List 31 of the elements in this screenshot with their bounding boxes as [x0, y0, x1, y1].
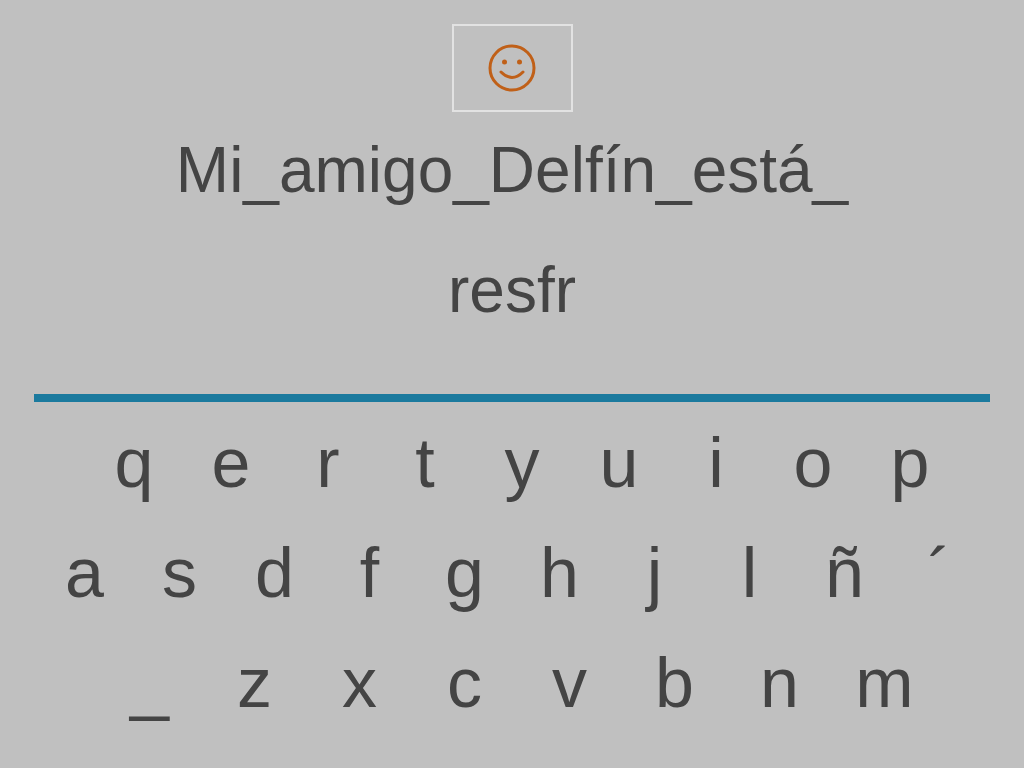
- key-button[interactable]: u: [570, 413, 668, 513]
- key-button[interactable]: r: [279, 413, 377, 513]
- key-button[interactable]: j: [607, 523, 702, 623]
- key-button[interactable]: g: [417, 523, 512, 623]
- key-button[interactable]: x: [307, 633, 412, 733]
- key-button[interactable]: p: [861, 413, 959, 513]
- hint-box[interactable]: [451, 24, 573, 112]
- key-button[interactable]: f: [322, 523, 417, 623]
- key-button[interactable]: _: [97, 633, 202, 733]
- key-button[interactable]: e: [182, 413, 280, 513]
- key-button[interactable]: s: [132, 523, 227, 623]
- key-button[interactable]: m: [832, 633, 937, 733]
- key-button[interactable]: ñ: [797, 523, 892, 623]
- key-button[interactable]: n: [727, 633, 832, 733]
- key-button[interactable]: o: [764, 413, 862, 513]
- key-button[interactable]: i: [667, 413, 765, 513]
- key-button[interactable]: d: [227, 523, 322, 623]
- key-button[interactable]: z: [202, 633, 307, 733]
- key-button[interactable]: v: [517, 633, 622, 733]
- key-button[interactable]: q: [85, 413, 183, 513]
- sentence-text: Mi_amigo_Delfín_está_: [175, 133, 849, 208]
- key-button[interactable]: h: [512, 523, 607, 623]
- key-button[interactable]: ´: [892, 523, 987, 623]
- key-button[interactable]: a: [37, 523, 132, 623]
- key-button[interactable]: l: [702, 523, 797, 623]
- key-button[interactable]: b: [622, 633, 727, 733]
- answer-text: resfr: [448, 253, 576, 328]
- smiley-icon: [487, 43, 537, 93]
- key-button[interactable]: c: [412, 633, 517, 733]
- key-button[interactable]: y: [473, 413, 571, 513]
- key-button[interactable]: t: [376, 413, 474, 513]
